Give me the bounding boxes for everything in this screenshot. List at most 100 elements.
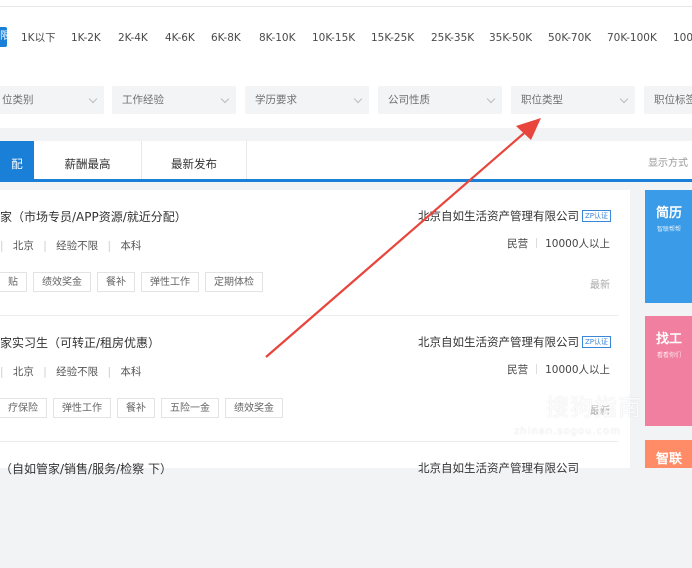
meta-divider: | bbox=[0, 240, 4, 252]
dropdown-label: 位类别 bbox=[2, 94, 34, 106]
chevron-down-icon bbox=[88, 94, 98, 104]
chevron-down-icon bbox=[353, 94, 363, 104]
job-tag-dropdown[interactable]: 职位标签 bbox=[644, 86, 692, 114]
salary-option-1k-2k[interactable]: 1K-2K bbox=[71, 29, 101, 47]
meta-divider: | bbox=[43, 240, 47, 252]
job-experience: 经验不限 bbox=[56, 240, 99, 252]
job-tag: 弹性工作 bbox=[53, 398, 111, 418]
ad-banner-job[interactable]: 找工 看看你们 bbox=[645, 316, 692, 426]
job-title[interactable]: 家（市场专员/APP资源/就近分配） bbox=[0, 208, 187, 225]
salary-option-2k-4k[interactable]: 2K-4K bbox=[118, 29, 148, 47]
display-mode-toggle[interactable]: 显示方式 bbox=[648, 154, 688, 169]
tab-divider bbox=[246, 141, 247, 179]
watermark-url: zhinan.sogou.com bbox=[514, 426, 622, 437]
job-location: 北京 bbox=[12, 240, 34, 252]
job-experience: 经验不限 bbox=[56, 366, 99, 378]
sort-tabs: 配 薪酬最高 最新发布 显示方式 bbox=[0, 141, 692, 182]
tab-best-match[interactable]: 配 bbox=[0, 141, 34, 179]
job-meta: | 北京 | 经验不限 | 本科 bbox=[0, 238, 147, 253]
verified-badge: ZP认证 bbox=[582, 336, 612, 348]
salary-option-100k-plus[interactable]: 100 bbox=[673, 29, 692, 47]
company-type: 民营 bbox=[507, 364, 529, 376]
salary-option-1k-below[interactable]: 1K以下 bbox=[21, 29, 56, 47]
job-type-dropdown[interactable]: 职位类型 bbox=[511, 86, 635, 114]
company-name[interactable]: 北京自如生活资产管理有限公司 ZP认证 bbox=[418, 334, 612, 350]
ad-heading: 简历 bbox=[656, 206, 683, 221]
company-name[interactable]: 北京自如生活资产管理有限公司 bbox=[418, 460, 579, 476]
company-meta: 民营 10000人以上 bbox=[507, 362, 610, 377]
company-type: 民营 bbox=[507, 238, 529, 250]
tab-highest-salary[interactable]: 薪酬最高 bbox=[34, 141, 141, 179]
job-title[interactable]: 家实习生（可转正/租房优惠） bbox=[0, 334, 160, 351]
salary-option-10k-15k[interactable]: 10K-15K bbox=[312, 29, 355, 47]
company-name-text: 北京自如生活资产管理有限公司 bbox=[418, 209, 579, 223]
job-tag: 餐补 bbox=[117, 398, 155, 418]
meta-divider: | bbox=[107, 366, 112, 378]
sogou-logo-icon: S bbox=[515, 388, 543, 416]
ad-banner-resume[interactable]: 简历 智联帮帮 bbox=[645, 190, 692, 303]
company-size: 10000人以上 bbox=[545, 364, 610, 376]
watermark-text: 搜狗指南 bbox=[546, 395, 642, 421]
job-education: 本科 bbox=[120, 366, 142, 378]
job-education: 本科 bbox=[120, 240, 142, 252]
salary-option-6k-8k[interactable]: 6K-8K bbox=[211, 29, 241, 47]
job-tag: 定期体检 bbox=[205, 272, 263, 292]
company-type-dropdown[interactable]: 公司性质 bbox=[378, 86, 502, 114]
job-tag: 五险一金 bbox=[161, 398, 219, 418]
ad-subtext: 看看你们 bbox=[657, 352, 682, 359]
job-tag: 餐补 bbox=[97, 272, 135, 292]
dropdown-label: 学历要求 bbox=[255, 94, 297, 106]
company-meta: 民营 10000人以上 bbox=[507, 236, 610, 251]
chevron-down-icon bbox=[619, 94, 629, 104]
company-name-text: 北京自如生活资产管理有限公司 bbox=[418, 461, 579, 475]
job-card[interactable]: （自如管家/销售/服务/检察 下） 北京自如生活资产管理有限公司 bbox=[0, 442, 630, 568]
ad-subtext: 智联帮帮 bbox=[657, 226, 682, 233]
experience-dropdown[interactable]: 工作经验 bbox=[112, 86, 236, 114]
top-divider bbox=[0, 6, 692, 7]
chevron-down-icon bbox=[220, 94, 230, 104]
dropdown-label: 职位类型 bbox=[521, 94, 563, 106]
verified-badge: ZP认证 bbox=[582, 210, 612, 222]
job-tag: 弹性工作 bbox=[141, 272, 199, 292]
company-size: 10000人以上 bbox=[545, 238, 610, 250]
job-tag: 贴 bbox=[0, 272, 27, 292]
dropdown-label: 公司性质 bbox=[388, 94, 430, 106]
meta-divider: | bbox=[43, 366, 47, 378]
salary-option-25k-35k[interactable]: 25K-35K bbox=[431, 29, 474, 47]
job-tags: 疗保险 弹性工作 餐补 五险一金 绩效奖金 bbox=[0, 396, 289, 418]
ad-banner-zhilian[interactable]: 智联 bbox=[645, 440, 692, 468]
salary-option-15k-25k[interactable]: 15K-25K bbox=[371, 29, 414, 47]
meta-divider bbox=[536, 238, 538, 248]
ad-heading: 智联 bbox=[656, 452, 683, 467]
meta-divider bbox=[536, 364, 538, 374]
job-tag: 绩效奖金 bbox=[33, 272, 91, 292]
job-card[interactable]: 家实习生（可转正/租房优惠） | 北京 | 经验不限 | 本科 疗保险 弹性工作餐… bbox=[0, 316, 630, 442]
meta-divider: | bbox=[0, 366, 4, 378]
dropdown-label: 工作经验 bbox=[122, 94, 164, 106]
job-meta: | 北京 | 经验不限 | 本科 bbox=[0, 364, 147, 379]
education-dropdown[interactable]: 学历要求 bbox=[245, 86, 369, 114]
ad-heading: 找工 bbox=[656, 332, 683, 347]
dropdown-label: 职位标签 bbox=[654, 94, 692, 106]
filter-row: 位类别 工作经验 学历要求 公司性质 职位类型 职位标签 bbox=[0, 72, 692, 128]
salary-option-70k-100k[interactable]: 70K-100K bbox=[607, 29, 657, 47]
job-category-dropdown[interactable]: 位类别 bbox=[0, 86, 104, 114]
post-time: 最新 bbox=[590, 280, 610, 291]
job-tag: 疗保险 bbox=[0, 398, 47, 418]
company-name[interactable]: 北京自如生活资产管理有限公司 ZP认证 bbox=[418, 208, 612, 224]
salary-option-50k-70k[interactable]: 50K-70K bbox=[548, 29, 591, 47]
job-location: 北京 bbox=[12, 366, 34, 378]
salary-option-35k-50k[interactable]: 35K-50K bbox=[489, 29, 532, 47]
job-tags: 贴绩效奖金 餐补 弹性工作 定期体检 bbox=[0, 270, 269, 292]
salary-option-active[interactable]: 限 bbox=[0, 27, 7, 47]
job-card[interactable]: 家（市场专员/APP资源/就近分配） | 北京 | 经验不限 | 本科 贴绩效奖… bbox=[0, 190, 630, 316]
salary-option-4k-6k[interactable]: 4K-6K bbox=[165, 29, 195, 47]
company-name-text: 北京自如生活资产管理有限公司 bbox=[418, 335, 579, 349]
salary-filter-bar: 限 1K以下 1K-2K 2K-4K 4K-6K 6K-8K 8K-10K 10… bbox=[0, 0, 692, 72]
job-title[interactable]: （自如管家/销售/服务/检察 下） bbox=[0, 460, 172, 477]
salary-option-8k-10k[interactable]: 8K-10K bbox=[259, 29, 296, 47]
chevron-down-icon bbox=[486, 94, 496, 104]
job-tag: 绩效奖金 bbox=[225, 398, 283, 418]
tab-latest[interactable]: 最新发布 bbox=[142, 141, 246, 179]
meta-divider: | bbox=[107, 240, 112, 252]
